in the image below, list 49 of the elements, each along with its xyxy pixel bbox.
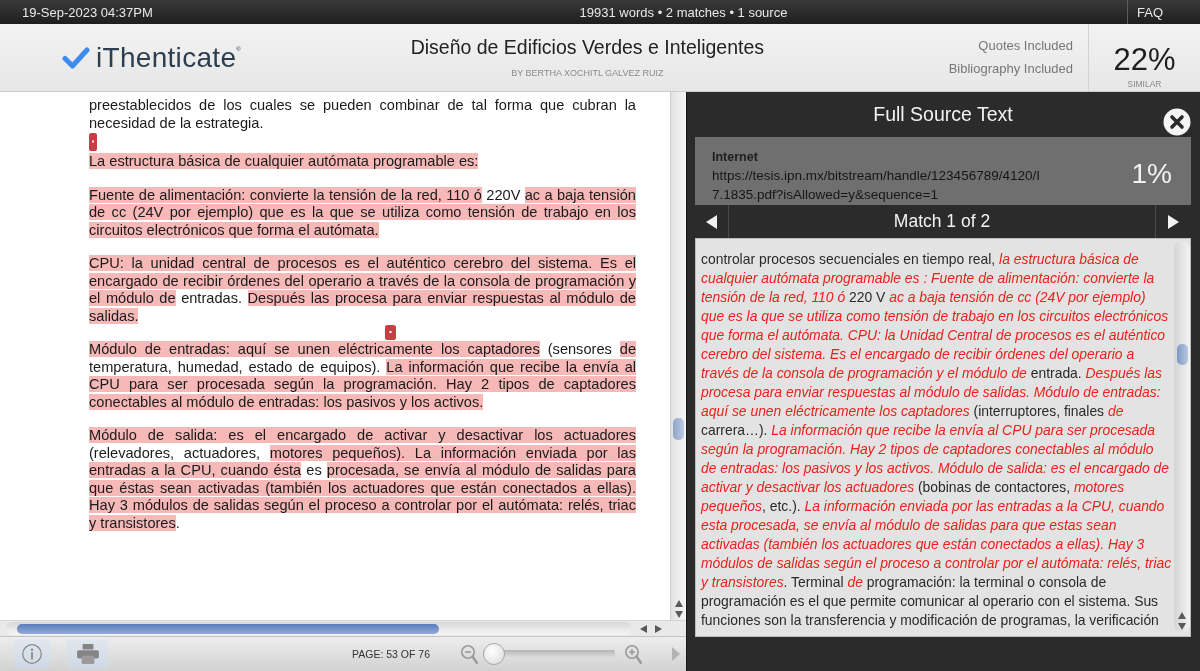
- source-type: Internet: [712, 150, 758, 165]
- info-icon: [22, 644, 42, 664]
- scrollbar-thumb[interactable]: [673, 418, 684, 440]
- logo-wordmark: iThenticate$^{®}$: [96, 43, 241, 72]
- vertical-scrollbar[interactable]: [670, 92, 686, 620]
- scrollbar-thumb[interactable]: [17, 623, 439, 634]
- similarity-label: SIMILAR: [1127, 79, 1162, 89]
- document-paragraph: Módulo de entradas: aquí se unen eléctricamente los captadores (sensores de temperatura, humedad, estado de equipos). La información que recibe la envía al CPU para ser procesada según la programación. Hay 2 tipos de captadores conectables al módulo de entradas: los pasivos y los activos.: [89, 341, 636, 411]
- filter-status: Quotes Included: [978, 38, 1073, 54]
- match-counter: Match 1 of 2: [893, 211, 991, 232]
- panel-title: Full Source Text: [873, 101, 1013, 126]
- down-arrow-icon[interactable]: [1178, 623, 1186, 630]
- source-url[interactable]: https://tesis.ipn.mx/bitstream/handle/123456789/4120/I7.1835.pdf?isAllowed=y&sequence=1: [712, 166, 1040, 204]
- vertical-scrollbar[interactable]: [1174, 241, 1190, 632]
- document-title: Diseño de Edificios Verdes e Inteligentes: [410, 36, 765, 59]
- document-paragraph: Fuente de alimentación: convierte la tensión de la red, 110 ó 220V ac a baja tensión de cc (24V por ejemplo) que es la que se utiliza como tensión de trabajo en los circuitos electrónicos que forma el autómata.: [89, 186, 636, 239]
- scrollbar-thumb[interactable]: [1176, 344, 1188, 365]
- slider-thumb[interactable]: [483, 643, 505, 665]
- faq-link[interactable]: FAQ: [1137, 4, 1163, 20]
- document-paragraph: La estructura básica de cualquier autómata programable es:: [89, 153, 480, 171]
- up-arrow-icon[interactable]: [1178, 612, 1186, 619]
- document-paragraph: preestablecidos de los cuales se pueden combinar de tal forma que cubran la necesidad de la estrategia.: [89, 97, 636, 132]
- info-button[interactable]: [14, 639, 50, 669]
- similarity-percent: 22%: [1113, 44, 1176, 75]
- checkmark-icon: [62, 46, 90, 69]
- down-arrow-icon[interactable]: [674, 611, 683, 618]
- printer-icon: [76, 644, 99, 664]
- match-marker-icon[interactable]: [89, 133, 97, 151]
- source-card[interactable]: Internet https://tesis.ipn.mx/bitstream/handle/123456789/4120/I7.1835.pdf?isAllowed=y&sequence=1 1%: [695, 137, 1191, 205]
- match-marker-icon[interactable]: [385, 325, 396, 340]
- left-triangle-icon: [706, 214, 717, 229]
- source-text: controlar procesos secuenciales en tiempo real, la estructura básica de cualquier autómata programable es : Fuente de alimentación: convierte la tensión de la red, 110 ó 220 V ac a baja tensión de cc (24V por ejemplo) que es la que se utiliza como tensión de trabajo en los circuitos electrónicos que forma el autómata. CPU: la Unidad Central de procesos es el auténtico cerebro del sistema. Es el encargado de recibir órdenes del operario a través de la consola de programación y el módulo de entrada. Después las procesa para enviar respuestas al módulo de salidas. Módulo de entradas: aquí se unen eléctricamente los captadores (interruptores, finales de carrera…). La información que recibe la envía al CPU para ser procesada según la programación. Hay 2 tipos de captadores conectables al módulo de entradas: los pasivos y los activos. Módulo de salida: es el encargado de activar y desactivar los actuadores (bobinas de contactores, motores pequeños, etc.). La información enviada por las entradas a la CPU, cuando esta procesada, se envía al módulo de salidas para que estas sean activadas (también los actuadores que están conectados a ellas). Hay 3 módulos de salidas según el proceso a controlar por el autómata: relés, triac y transistores. Terminal de programación: la terminal o consola de programación es el que permite comunicar al operario con el sistema. Sus funciones son la transferencia y modificación de programas, la verificación: [699, 250, 1173, 630]
- filter-status: Bibliography Included: [948, 61, 1073, 77]
- print-button[interactable]: [67, 639, 108, 669]
- author-line: BY BERTHA XOCHITL GALVEZ RUIZ: [511, 68, 664, 79]
- close-icon[interactable]: [1163, 108, 1191, 136]
- zoom-out-icon[interactable]: [461, 644, 478, 664]
- left-arrow-icon[interactable]: [640, 624, 647, 633]
- horizontal-scrollbar[interactable]: [6, 622, 632, 635]
- date-time: 19-Sep-2023 04:37PM: [22, 4, 153, 20]
- right-triangle-icon: [1168, 214, 1179, 229]
- document-paragraph: Módulo de salida: es el encargado de activar y desactivar los actuadores (relevadores, actuadores, motores pequeños). La información enviada por las entradas a la CPU, cuando ésta es procesada, se envía al módulo de salidas para que éstas sean activadas (también los actuadores que están conectados a ellas). Hay 3 módulos de salidas según el proceso a controlar por el autómata: relés, triac y transistores.: [89, 427, 636, 532]
- up-arrow-icon[interactable]: [674, 600, 683, 607]
- document-stats: 19931 words • 2 matches • 1 source: [579, 4, 788, 20]
- right-arrow-icon[interactable]: [655, 624, 662, 633]
- source-percent: 1%: [1131, 158, 1172, 190]
- page-indicator: PAGE: 53 OF 76: [352, 648, 430, 660]
- zoom-in-icon[interactable]: [625, 644, 642, 664]
- document-paragraph: CPU: la unidad central de procesos es el auténtico cerebro del sistema. Es el encargado de recibir órdenes del operario a través de la consola de programación y el módulo de entradas. Después las procesa para enviar respuestas al módulo de salidas.: [89, 255, 636, 325]
